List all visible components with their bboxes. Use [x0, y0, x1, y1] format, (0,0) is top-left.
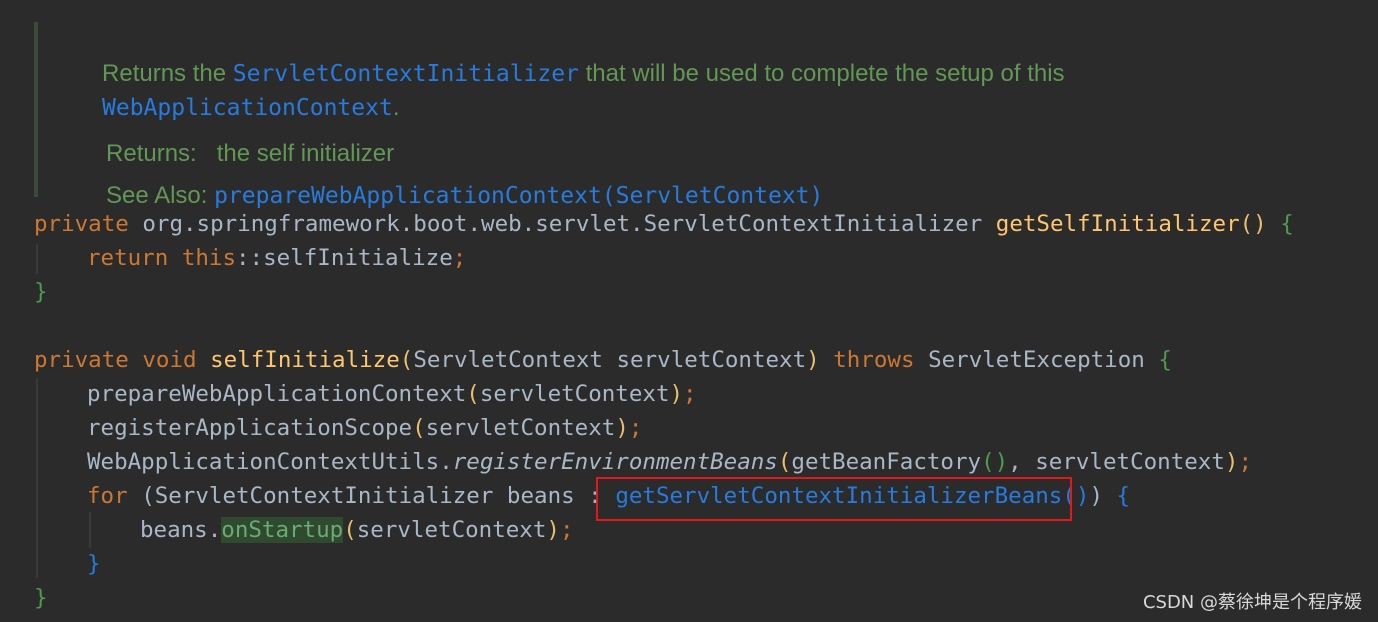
close-paren: ) — [1224, 449, 1239, 475]
method-call: registerApplicationScope — [87, 415, 413, 441]
code-line-11[interactable]: } — [87, 547, 101, 581]
class-name: WebApplicationContextUtils. — [87, 449, 453, 475]
object-reference: beans. — [140, 517, 222, 543]
close-paren: ) — [546, 517, 560, 543]
semicolon: ; — [559, 517, 574, 543]
code-line-3[interactable]: } — [34, 275, 48, 309]
code-editor[interactable]: Returns the ServletContextInitializer th… — [0, 0, 1378, 622]
open-paren: ( — [141, 483, 155, 509]
javadoc-text: that will be used to complete the setup … — [578, 60, 1065, 87]
semicolon: ; — [628, 415, 643, 441]
javadoc-see-also-label: See Also: — [106, 182, 208, 209]
keyword-return: return — [87, 245, 182, 271]
code-line-5[interactable]: private void selfInitialize(ServletConte… — [34, 343, 1172, 377]
highlight-annotation-box — [596, 477, 1072, 521]
indent-guide — [36, 244, 38, 274]
keyword-this: this — [181, 245, 237, 271]
loop-declaration: ServletContextInitializer beans : — [154, 483, 616, 509]
semicolon: ; — [452, 245, 467, 271]
code-line-12[interactable]: } — [34, 581, 48, 615]
close-paren: ) — [669, 381, 684, 407]
watermark: CSDN @蔡徐坤是个程序媛 — [1142, 592, 1362, 613]
static-method-call: registerEnvironmentBeans — [452, 449, 778, 475]
code-line-1[interactable]: private org.springframework.boot.web.ser… — [34, 207, 1294, 241]
parens: () — [1239, 211, 1267, 237]
keyword-private: private — [34, 211, 129, 237]
open-paren: ( — [399, 347, 414, 373]
open-brace: { — [1102, 483, 1131, 509]
code-line-8[interactable]: WebApplicationContextUtils.registerEnvir… — [87, 445, 1252, 479]
open-paren: ( — [343, 517, 357, 543]
method-name: selfInitialize — [210, 347, 400, 373]
method-call: prepareWebApplicationContext — [87, 381, 467, 407]
parens: () — [981, 449, 1009, 475]
semicolon: ; — [683, 381, 697, 407]
keyword-throws: throws — [819, 347, 929, 373]
close-brace: } — [34, 585, 48, 611]
open-brace: { — [1266, 211, 1294, 237]
keyword-private-void: private void — [34, 347, 211, 373]
argument: servletContext — [479, 381, 670, 407]
code-line-10[interactable]: beans.onStartup(servletContext); — [140, 513, 574, 547]
open-paren: ( — [777, 449, 792, 475]
code-line-6[interactable]: prepareWebApplicationContext(servletCont… — [87, 377, 697, 411]
open-paren: ( — [466, 381, 480, 407]
method-reference: ::selfInitialize — [236, 245, 453, 271]
close-brace: } — [34, 279, 48, 305]
close-brace: } — [87, 551, 101, 577]
exception-type: ServletException — [928, 347, 1145, 373]
indent-guide — [89, 512, 91, 548]
method-name: getSelfInitializer — [995, 211, 1240, 237]
close-paren: ) — [1089, 483, 1103, 509]
highlighted-method: onStartup — [221, 517, 344, 543]
argument: servletContext — [356, 517, 547, 543]
semicolon: ; — [1238, 449, 1252, 475]
close-paren: ) — [806, 347, 820, 373]
indent-guide — [36, 378, 38, 578]
open-brace: { — [1144, 347, 1172, 373]
code-line-7[interactable]: registerApplicationScope(servletContext)… — [87, 411, 642, 445]
javadoc-see-also-link[interactable]: prepareWebApplicationContext(ServletCont… — [214, 183, 823, 209]
open-paren: ( — [412, 415, 426, 441]
method-call: getBeanFactory — [791, 449, 982, 475]
parameters: ServletContext servletContext — [413, 347, 807, 373]
return-type: org.springframework.boot.web.servlet.Ser… — [128, 211, 996, 237]
javadoc-block: Returns the ServletContextInitializer th… — [34, 22, 1238, 209]
keyword-for: for — [87, 483, 142, 509]
argument: servletContext — [425, 415, 616, 441]
close-paren: ) — [615, 415, 629, 441]
code-line-2[interactable]: return this::selfInitialize; — [87, 241, 466, 275]
argument: , servletContext — [1008, 449, 1225, 475]
